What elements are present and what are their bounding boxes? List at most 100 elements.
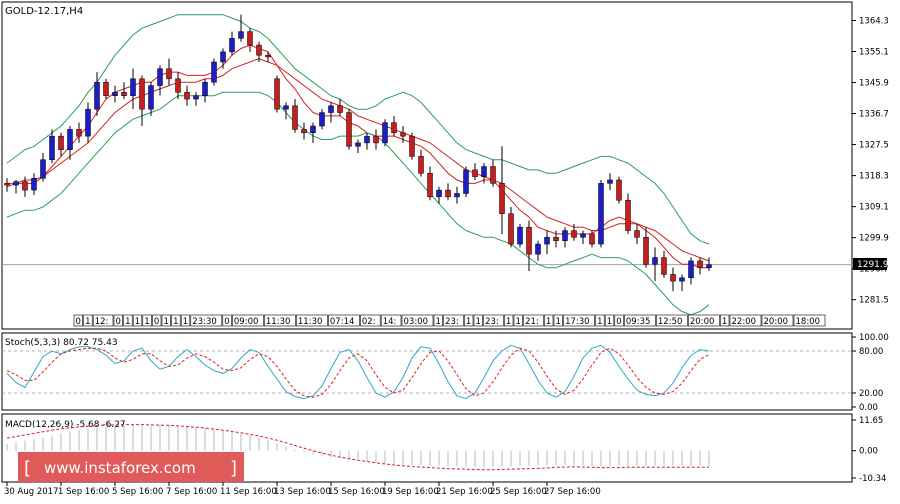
bear-candle	[616, 179, 622, 201]
stoch-tick-label: 20.00	[859, 389, 883, 399]
session-label: 07:14	[330, 317, 355, 327]
session-label: 20:00	[690, 317, 715, 327]
bear-candle	[22, 181, 28, 191]
session-label: 23:	[445, 317, 459, 327]
current-price-label: 1291.9	[857, 260, 889, 270]
chart-svg[interactable]: GOLD-12.17,H4 1364.31355.11345.91336.713…	[0, 0, 900, 500]
session-label: 0	[76, 317, 81, 327]
session-label: 1	[597, 317, 602, 327]
stoch-title: Stoch(5,3,3) 80.72 75.43	[5, 338, 118, 348]
bear-candle	[175, 78, 181, 93]
bear-candle	[76, 129, 82, 137]
session-label: 20:00	[764, 317, 789, 327]
stoch-tick-label: 80.00	[859, 347, 883, 357]
stoch-tick-label: 0.00	[859, 403, 878, 413]
bear-candle	[337, 105, 343, 113]
bear-candle	[490, 166, 496, 184]
session-labels: 0 1 12: 0 1 1 1 0 1 1 1 23:30 0 09:00 11:30 11:30 07:14 0…	[73, 314, 826, 327]
time-tick-label: 13 Sep 16:00	[274, 487, 331, 497]
session-label: 11:30	[266, 317, 291, 327]
bull-candle	[220, 51, 226, 63]
bull-candle	[355, 142, 361, 147]
watermark-banner: [ www.instaforex.com ]	[18, 452, 244, 482]
session-label: 03:00	[404, 317, 429, 327]
chart-background	[0, 0, 900, 500]
session-label: 1	[506, 317, 511, 327]
bull-candle	[130, 78, 136, 96]
time-tick-label: 11 Sep 16:00	[220, 487, 277, 497]
bear-candle	[625, 199, 631, 231]
bull-candle	[85, 108, 91, 137]
macd-tick-label: 11.65	[859, 416, 883, 426]
bull-candle	[94, 81, 100, 110]
bull-candle	[328, 105, 334, 113]
bear-candle	[508, 213, 514, 245]
watermark-text: www.instaforex.com	[44, 459, 196, 477]
bear-candle	[373, 135, 379, 144]
time-tick-label: 21 Sep 16:00	[436, 487, 493, 497]
bull-candle	[310, 125, 316, 134]
bear-candle	[166, 68, 172, 80]
watermark-bracket-right: ]	[230, 458, 237, 479]
session-label: 1	[436, 317, 441, 327]
bull-candle	[31, 178, 37, 191]
bull-candle	[193, 95, 199, 100]
time-tick-label: 7 Sep 16:00	[166, 487, 217, 497]
bull-candle	[580, 233, 586, 238]
bull-candle	[535, 243, 541, 255]
bear-candle	[274, 78, 280, 110]
session-label: 12:50	[658, 317, 683, 327]
bear-candle	[121, 92, 127, 96]
trading-chart[interactable]: GOLD-12.17,H4 1364.3 1355.1 1345.9 1336.7 13…	[0, 0, 900, 500]
bear-candle	[499, 183, 505, 214]
bear-candle	[139, 78, 145, 110]
price-tick-label: 1336.7	[859, 110, 889, 120]
bull-candle	[544, 237, 550, 245]
time-tick-label: 19 Sep 16:00	[382, 487, 439, 497]
bear-candle	[256, 44, 262, 56]
macd-tick-label: -10.34	[859, 474, 886, 484]
stoch-tick-label: 100.00	[859, 333, 889, 343]
bear-candle	[265, 54, 271, 58]
bull-candle	[679, 277, 685, 282]
bear-candle	[445, 189, 451, 198]
session-label: 23:	[485, 317, 499, 327]
bear-candle	[634, 230, 640, 238]
macd-tick-label: 0.00	[859, 447, 878, 457]
session-label: 09:00	[234, 317, 259, 327]
bear-candle	[670, 274, 676, 282]
price-tick-label: 1327.5	[859, 141, 889, 151]
session-label: 02:	[362, 317, 376, 327]
bull-candle	[157, 68, 163, 86]
session-label: 0	[116, 317, 121, 327]
bear-candle	[526, 226, 532, 255]
bear-candle	[247, 31, 253, 46]
price-tick-label: 1318.3	[859, 172, 889, 182]
bear-candle	[427, 172, 433, 198]
bull-candle	[112, 92, 118, 96]
session-label: 1	[722, 317, 727, 327]
bull-candle	[13, 181, 19, 186]
session-label: 11:30	[298, 317, 323, 327]
time-tick-label: 15 Sep 16:00	[328, 487, 385, 497]
bull-candle	[607, 179, 613, 184]
bull-candle	[283, 105, 289, 110]
price-tick-label: 1355.1	[859, 48, 889, 58]
price-tick-label: 1309.1	[859, 203, 889, 213]
price-tick-label: 1299.9	[859, 234, 889, 244]
bull-candle	[652, 257, 658, 265]
bear-candle	[4, 183, 10, 186]
session-label: 1	[476, 317, 481, 327]
bear-candle	[346, 112, 352, 147]
watermark-bracket-left: [	[24, 458, 31, 479]
session-label: 12:	[95, 317, 109, 327]
bull-candle	[436, 189, 442, 198]
price-tick-label: 1364.3	[859, 16, 889, 26]
bull-candle	[454, 193, 460, 198]
session-label: 1	[85, 317, 90, 327]
session-label: 23:30	[192, 317, 217, 327]
bull-candle	[706, 264, 712, 268]
bull-candle	[229, 38, 235, 53]
bull-candle	[238, 31, 244, 39]
price-tick-label: 1345.9	[859, 79, 889, 89]
